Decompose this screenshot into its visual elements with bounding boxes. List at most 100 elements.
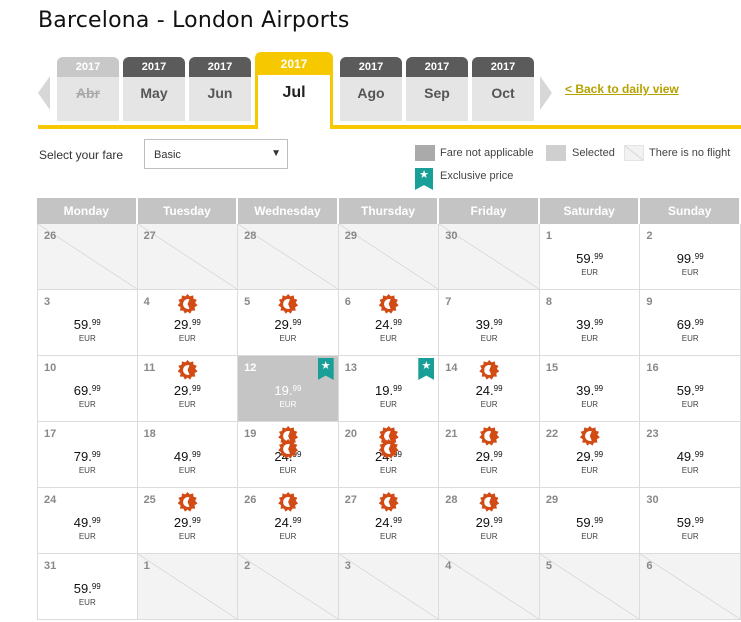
day-number: 30: [646, 494, 659, 506]
calendar-day-no-flight: 5: [539, 554, 641, 620]
calendar-day[interactable]: 11 29.99 EUR: [137, 356, 239, 422]
fare-price-decimals: 99: [594, 384, 604, 393]
calendar-day[interactable]: 2 99.99 EUR: [640, 224, 741, 290]
day-number: 26: [244, 494, 257, 506]
tab-month-oct[interactable]: 2017 Oct: [472, 57, 534, 121]
fare-currency: EUR: [480, 400, 498, 409]
calendar-day[interactable]: 13 19.99 EUR ★: [338, 356, 440, 422]
promo-badge-icon: [379, 439, 399, 459]
fare-price: 69.99: [640, 317, 740, 332]
calendar-day[interactable]: 31 59.99 EUR: [37, 554, 138, 620]
fare-select-label: Select your fare: [39, 148, 124, 162]
fare-price: 49.99: [138, 449, 238, 464]
calendar-day-no-flight: 29: [338, 224, 440, 290]
fare-price: 24.99: [238, 515, 338, 530]
fare-currency: EUR: [279, 334, 297, 343]
fare-price: 29.99: [138, 317, 238, 332]
calendar-day[interactable]: 5 29.99 EUR: [238, 290, 339, 356]
fare-select[interactable]: Basic ▼: [144, 139, 288, 169]
calendar-day[interactable]: 26 24.99 EUR: [238, 488, 339, 554]
weekday-header-cell: Wednesday: [238, 198, 339, 224]
calendar-day[interactable]: 27 24.99 EUR: [338, 488, 440, 554]
calendar-day[interactable]: 23 49.99 EUR: [640, 422, 741, 488]
calendar-day[interactable]: 18 49.99 EUR: [137, 422, 239, 488]
month-tabs: 2017 Abr 2017 May 2017 Jun 2017 Jul 2017…: [0, 52, 741, 132]
legend-not-applicable-swatch: [415, 145, 435, 161]
calendar-grid: 26 27 28 29 30 1 59.99 EUR 2 99.99 EUR 3 59.99 EUR 4 29…: [37, 224, 741, 620]
calendar-day-no-flight: 30: [439, 224, 540, 290]
calendar-day[interactable]: 4 29.99 EUR: [137, 290, 239, 356]
tab-month-label: Oct: [491, 85, 515, 101]
day-number: 26: [44, 230, 57, 242]
day-number: 16: [646, 362, 659, 374]
calendar-day[interactable]: 15 39.99 EUR: [539, 356, 641, 422]
calendar-day-no-flight: 3: [338, 554, 440, 620]
fare-price-integer: 29.: [173, 515, 192, 530]
fare-currency: EUR: [480, 466, 498, 475]
day-number: 28: [445, 494, 458, 506]
fare-price: 29.99: [238, 317, 338, 332]
calendar-day[interactable]: 12 19.99 EUR ★: [238, 356, 339, 422]
calendar-day[interactable]: 24 49.99 EUR: [37, 488, 138, 554]
promo-badge-icon: [580, 426, 600, 446]
day-number: 3: [344, 560, 351, 572]
fare-price: 24.99: [439, 383, 539, 398]
calendar-day[interactable]: 29 59.99 EUR: [539, 488, 641, 554]
day-number: 6: [344, 296, 351, 308]
back-to-daily-view-link[interactable]: < Back to daily view: [565, 82, 679, 96]
fare-price-integer: 39.: [475, 317, 494, 332]
fare-currency: EUR: [581, 466, 599, 475]
fare-price-decimals: 99: [292, 318, 302, 327]
calendar-day[interactable]: 17 79.99 EUR: [37, 422, 138, 488]
calendar-day[interactable]: 20 24.99 EUR: [338, 422, 440, 488]
calendar-day[interactable]: 19 24.99 EUR: [238, 422, 339, 488]
calendar-day[interactable]: 14 24.99 EUR: [439, 356, 540, 422]
fare-price-decimals: 99: [91, 318, 101, 327]
calendar-day[interactable]: 3 59.99 EUR: [37, 290, 138, 356]
fare-price-integer: 19.: [274, 383, 293, 398]
promo-badge-icon: [479, 360, 499, 380]
fare-currency: EUR: [178, 466, 196, 475]
tab-year: 2017: [340, 57, 402, 77]
next-month-arrow-icon[interactable]: [540, 76, 552, 110]
fare-price-integer: 24.: [475, 383, 494, 398]
weekday-header-cell: Thursday: [338, 198, 440, 224]
promo-badge-icon: [479, 492, 499, 512]
calendar-day[interactable]: 28 29.99 EUR: [439, 488, 540, 554]
calendar-day[interactable]: 9 69.99 EUR: [640, 290, 741, 356]
tab-month-sep[interactable]: 2017 Sep: [406, 57, 468, 121]
calendar-day[interactable]: 16 59.99 EUR: [640, 356, 741, 422]
tab-month-jun[interactable]: 2017 Jun: [189, 57, 251, 121]
weekday-header-cell: Tuesday: [137, 198, 239, 224]
fare-currency: EUR: [78, 400, 96, 409]
calendar-day[interactable]: 25 29.99 EUR: [137, 488, 239, 554]
fare-price: 29.99: [138, 383, 238, 398]
fare-price-decimals: 99: [191, 450, 201, 459]
day-number: 17: [44, 428, 57, 440]
fare-price-integer: 29.: [576, 449, 595, 464]
calendar-day[interactable]: 10 69.99 EUR: [37, 356, 138, 422]
legend-selected-swatch: [546, 145, 566, 161]
fare-price-decimals: 99: [694, 516, 704, 525]
prev-month-arrow-icon[interactable]: [38, 76, 50, 110]
day-number: 10: [44, 362, 57, 374]
tab-month-ago[interactable]: 2017 Ago: [340, 57, 402, 121]
calendar-day[interactable]: 6 24.99 EUR: [338, 290, 440, 356]
fare-price: 39.99: [540, 383, 640, 398]
tab-month-may[interactable]: 2017 May: [123, 57, 185, 121]
calendar-day[interactable]: 21 29.99 EUR: [439, 422, 540, 488]
day-number: 21: [445, 428, 458, 440]
calendar-day[interactable]: 7 39.99 EUR: [439, 290, 540, 356]
calendar-day[interactable]: 30 59.99 EUR: [640, 488, 741, 554]
tab-month-jul[interactable]: 2017 Jul: [255, 52, 333, 129]
calendar-day[interactable]: 22 29.99 EUR: [539, 422, 641, 488]
fare-price: 79.99: [38, 449, 137, 464]
fare-price-decimals: 99: [594, 318, 604, 327]
promo-badge-icon: [278, 439, 298, 459]
day-number: 2: [244, 560, 251, 572]
fare-currency: EUR: [380, 334, 397, 343]
tab-month-label: Abr: [75, 85, 101, 101]
calendar-day[interactable]: 8 39.99 EUR: [539, 290, 641, 356]
legend-exclusive: Exclusive price: [440, 170, 514, 182]
calendar-day[interactable]: 1 59.99 EUR: [539, 224, 641, 290]
